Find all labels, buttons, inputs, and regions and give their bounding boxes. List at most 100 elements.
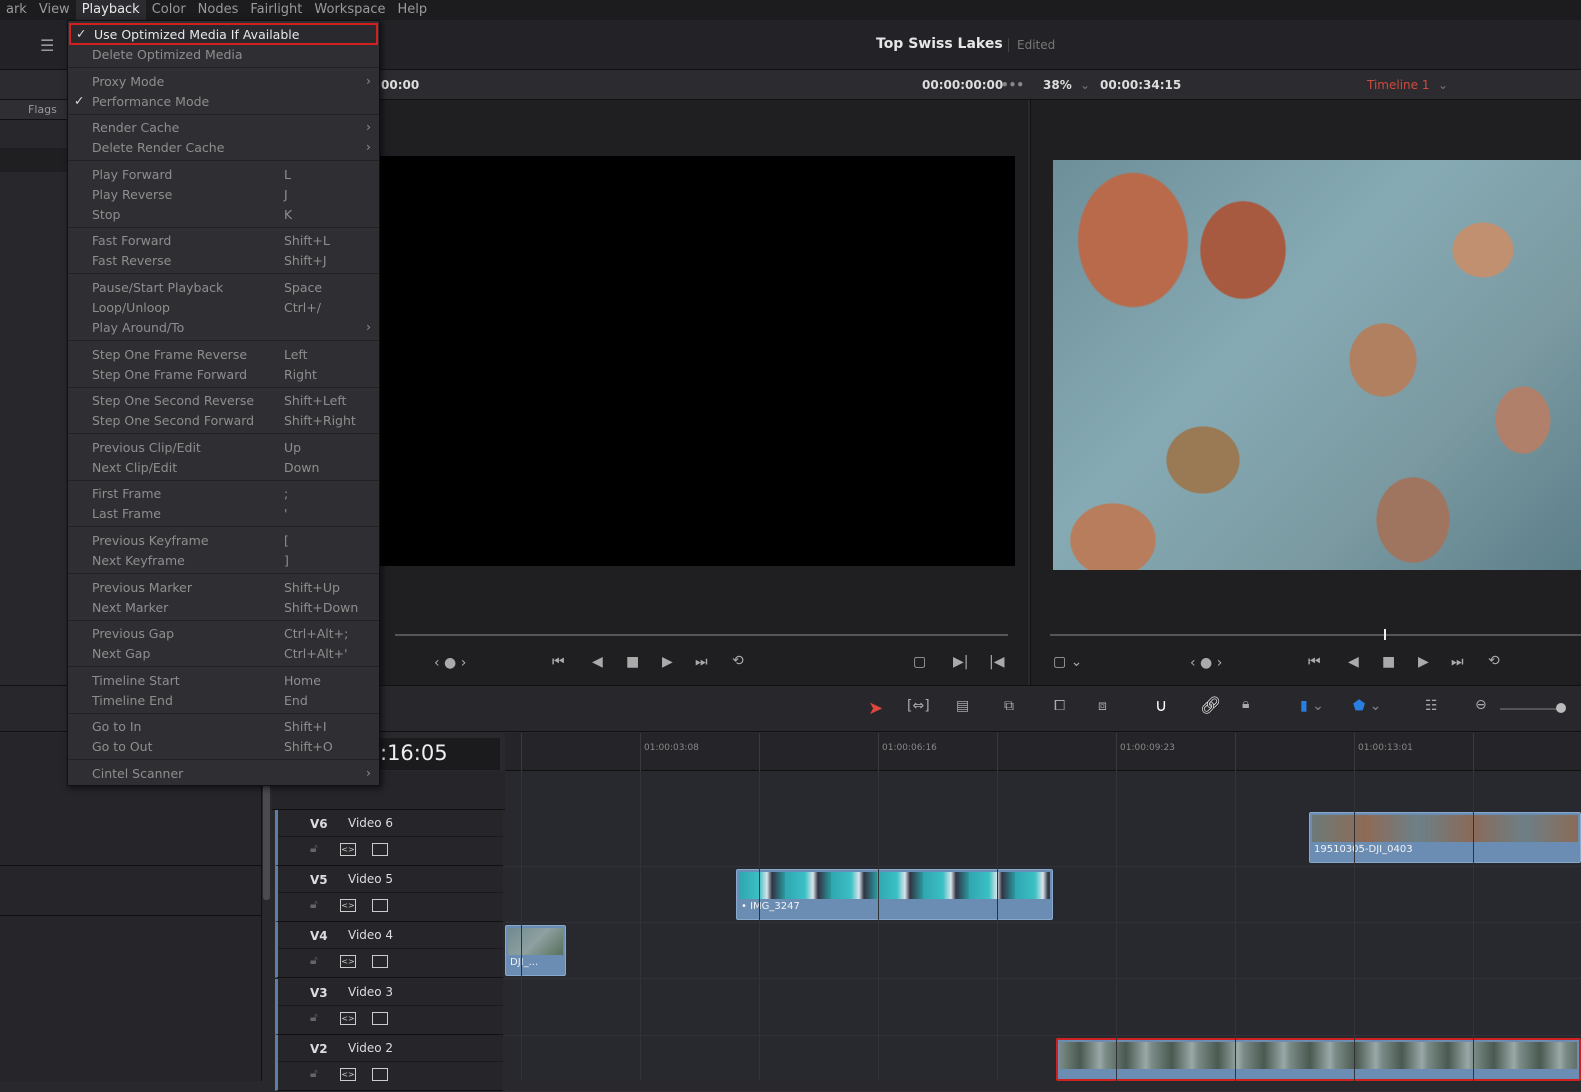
menu-item-next-clip-edit[interactable]: Next Clip/Edit Down xyxy=(68,457,379,477)
play-icon[interactable]: ▶ xyxy=(1418,654,1429,670)
video-toggle-icon[interactable] xyxy=(372,1068,388,1081)
loop-icon[interactable]: ⟲ xyxy=(1488,653,1500,669)
mark-out-icon[interactable]: |◀ xyxy=(989,654,1004,670)
auto-select-icon[interactable]: <> xyxy=(340,1068,356,1081)
menu-view[interactable]: View xyxy=(33,0,76,20)
lock-icon[interactable]: 🔓︎ xyxy=(310,1010,318,1025)
menu-item-fast-reverse[interactable]: Fast Reverse Shift+J xyxy=(68,250,379,270)
scrollbar[interactable] xyxy=(263,785,270,900)
play-reverse-icon[interactable]: ◀ xyxy=(592,654,603,670)
menu-item-previous-clip-edit[interactable]: Previous Clip/Edit Up xyxy=(68,437,379,457)
go-to-end-icon[interactable]: ⏭ xyxy=(1451,654,1464,670)
menu-item-step-one-frame-forward[interactable]: Step One Frame Forward Right xyxy=(68,364,379,384)
track-name[interactable]: Video 5 xyxy=(348,872,393,886)
go-to-end-icon[interactable]: ⏭ xyxy=(695,654,708,670)
menu-item-previous-gap[interactable]: Previous Gap Ctrl+Alt+; xyxy=(68,623,379,643)
menu-item-performance-mode[interactable]: ✓ Performance Mode xyxy=(68,91,379,111)
chevron-down-icon[interactable]: ⌄ xyxy=(1438,78,1448,92)
zoom-slider[interactable] xyxy=(1500,708,1560,710)
menu-item-next-keyframe[interactable]: Next Keyframe] xyxy=(68,550,379,570)
menu-item-play-forward[interactable]: Play Forward L xyxy=(68,164,379,184)
menu-item-fast-forward[interactable]: Fast Forward Shift+L xyxy=(68,230,379,250)
timeline-ruler[interactable]: 01:00:03:08 01:00:06:16 01:00:09:23 01:00:1… xyxy=(505,733,1581,771)
play-icon[interactable]: ▶ xyxy=(662,654,673,670)
menu-ark[interactable]: ark xyxy=(0,0,33,20)
menu-item-step-one-frame-reverse[interactable]: Step One Frame Reverse Left xyxy=(68,344,379,364)
auto-select-icon[interactable]: <> xyxy=(340,1012,356,1025)
auto-select-icon[interactable]: <> xyxy=(340,899,356,912)
flag-icon[interactable]: ▮ ⌄ xyxy=(1300,698,1324,714)
overwrite-clip-icon[interactable]: ⧠ xyxy=(1054,698,1065,714)
auto-select-icon[interactable]: <> xyxy=(340,955,356,968)
menu-workspace[interactable]: Workspace xyxy=(308,0,391,20)
menu-help[interactable]: Help xyxy=(391,0,433,20)
menu-item-last-frame[interactable]: Last Frame ' xyxy=(68,503,379,523)
menu-item-go-to-out[interactable]: Go to Out Shift+O xyxy=(68,736,379,756)
menu-item-loop-unloop[interactable]: Loop/Unloop Ctrl+/ xyxy=(68,297,379,317)
go-to-start-icon[interactable]: ⏮ xyxy=(1308,654,1321,670)
menu-item-render-cache[interactable]: Render Cache › xyxy=(68,117,379,137)
track-name[interactable]: Video 3 xyxy=(348,985,393,999)
auto-select-icon[interactable]: <> xyxy=(340,843,356,856)
video-toggle-icon[interactable] xyxy=(372,899,388,912)
menu-item-cintel-scanner[interactable]: Cintel Scanner › xyxy=(68,763,379,783)
menu-item-previous-keyframe[interactable]: Previous Keyframe [ xyxy=(68,530,379,550)
menu-item-timeline-end[interactable]: Timeline End End xyxy=(68,690,379,710)
lock-icon[interactable]: 🔓︎ xyxy=(310,841,318,856)
timeline-view-icon[interactable]: ☷ xyxy=(1425,698,1438,714)
mark-in-icon[interactable]: ▶| xyxy=(953,654,968,670)
menu-playback[interactable]: Playback xyxy=(75,0,146,20)
snapping-icon[interactable]: ∪ xyxy=(1155,696,1167,716)
menu-item-step-one-second-reverse[interactable]: Step One Second Reverse Shift+Left xyxy=(68,390,379,410)
menu-item-use-optimized-media-if-available[interactable]: ✓ Use Optimized Media If Available xyxy=(69,23,378,45)
menu-item-first-frame[interactable]: First Frame; xyxy=(68,483,379,503)
timeline-clip[interactable]: • IMG_3247 xyxy=(736,869,1053,920)
loop-icon[interactable]: ⟲ xyxy=(732,653,744,669)
jog-control[interactable]: ‹ ● › xyxy=(1190,655,1222,671)
menu-item-pause-start-playback[interactable]: Pause/Start Playback Space xyxy=(68,277,379,297)
timeline-timecode[interactable]: :16:05 xyxy=(380,738,500,770)
match-frame-icon[interactable]: ▢ xyxy=(913,654,926,670)
menu-item-next-marker[interactable]: Next Marker Shift+Down xyxy=(68,597,379,617)
source-scrubber[interactable] xyxy=(395,634,1008,636)
track-name[interactable]: Video 4 xyxy=(348,928,393,942)
timeline-scrubber[interactable] xyxy=(1050,634,1581,636)
go-to-start-icon[interactable]: ⏮ xyxy=(552,654,565,670)
menu-color[interactable]: Color xyxy=(146,0,192,20)
zoom-select[interactable]: 38% xyxy=(1043,78,1072,92)
menu-item-step-one-second-forward[interactable]: Step One Second Forward Shift+Right xyxy=(68,410,379,430)
play-reverse-icon[interactable]: ◀ xyxy=(1348,654,1359,670)
link-icon[interactable]: 🔗︎ xyxy=(1200,696,1222,716)
video-toggle-icon[interactable] xyxy=(372,955,388,968)
video-toggle-icon[interactable] xyxy=(372,1012,388,1025)
track-name[interactable]: Video 2 xyxy=(348,1041,393,1055)
menu-item-proxy-mode[interactable]: Proxy Mode › xyxy=(68,71,379,91)
timeline-clip[interactable]: DJI_... xyxy=(505,925,566,976)
flags-column-header[interactable]: Flags xyxy=(28,103,57,116)
track-name[interactable]: Video 6 xyxy=(348,816,393,830)
viewer-mode-icon[interactable]: ▢ ⌄ xyxy=(1053,654,1082,670)
menu-item-play-reverse[interactable]: Play Reverse J xyxy=(68,184,379,204)
lock-icon[interactable]: 🔒︎ xyxy=(1242,696,1249,712)
menu-item-next-gap[interactable]: Next Gap Ctrl+Alt+' xyxy=(68,643,379,663)
zoom-slider-handle[interactable] xyxy=(1556,703,1566,713)
timeline-clip[interactable]: 19510305-DJI_0403 xyxy=(1309,812,1581,863)
menu-item-delete-render-cache[interactable]: Delete Render Cache › xyxy=(68,137,379,157)
lock-icon[interactable]: 🔓︎ xyxy=(310,1066,318,1081)
zoom-out-icon[interactable]: ⊖ xyxy=(1475,697,1487,713)
stop-icon[interactable]: ■ xyxy=(1382,654,1395,670)
menu-item-go-to-in[interactable]: Go to In Shift+I xyxy=(68,716,379,736)
menu-item-play-around-to[interactable]: Play Around/To › xyxy=(68,317,379,337)
menu-nodes[interactable]: Nodes xyxy=(192,0,245,20)
list-icon[interactable]: ☰ xyxy=(40,36,54,55)
menu-item-stop[interactable]: Stop K xyxy=(68,204,379,224)
playhead[interactable] xyxy=(1384,629,1386,640)
more-options-button[interactable]: ••• xyxy=(1001,78,1024,92)
chevron-down-icon[interactable]: ⌄ xyxy=(1080,78,1090,92)
replace-clip-icon[interactable]: ⧈ xyxy=(1098,698,1107,714)
menu-item-timeline-start[interactable]: Timeline Start Home xyxy=(68,670,379,690)
viewer-timecode[interactable]: 00:00:00:00 xyxy=(922,78,1003,92)
menu-item-previous-marker[interactable]: Previous Marker Shift+Up xyxy=(68,577,379,597)
insert-clip-icon[interactable]: ⧉ xyxy=(1004,698,1014,714)
lock-icon[interactable]: 🔓︎ xyxy=(310,953,318,968)
